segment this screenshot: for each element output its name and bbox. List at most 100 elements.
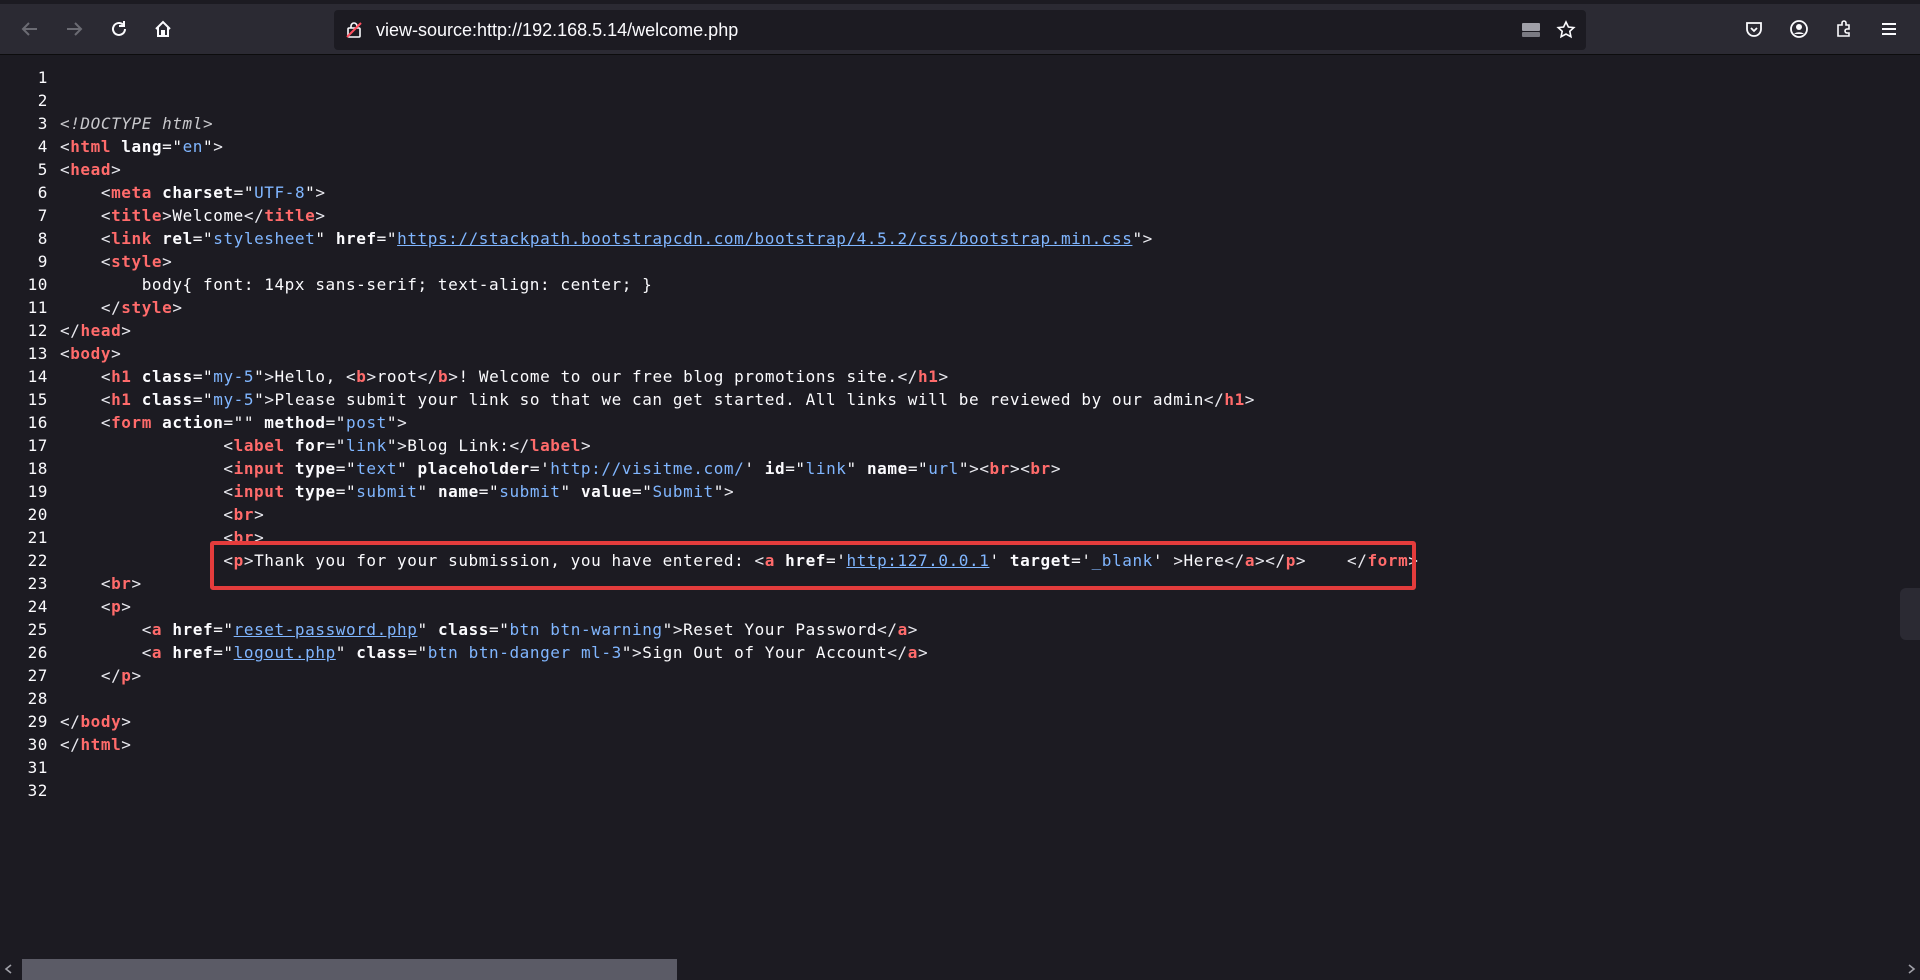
- source-token: <: [100, 206, 112, 225]
- source-token: type: [294, 459, 336, 478]
- source-token: body{ font: 14px sans-serif; text-align:…: [60, 275, 653, 294]
- source-token: method: [264, 413, 326, 432]
- source-token: >: [1009, 459, 1021, 478]
- line-number: 27: [27, 666, 48, 685]
- source-code: <body>: [60, 342, 121, 365]
- highlight-annotation-box: [210, 541, 1416, 590]
- source-token: b: [356, 367, 367, 386]
- source-token: [285, 482, 295, 501]
- source-token: >: [264, 390, 275, 409]
- source-code: <head>: [60, 158, 121, 181]
- url-bar[interactable]: view-source:http://192.168.5.14/welcome.…: [334, 10, 1586, 50]
- source-token: [162, 620, 172, 639]
- source-token: link: [805, 459, 847, 478]
- source-token: ": [662, 620, 673, 639]
- line-number: 30: [27, 735, 48, 754]
- line-number: 26: [27, 643, 48, 662]
- source-line: 5 <head>: [0, 158, 1920, 181]
- insecure-lock-icon[interactable]: [344, 20, 364, 40]
- source-code: <label for="link">Blog Link:</label>: [60, 434, 591, 457]
- source-token: class: [437, 620, 490, 639]
- source-line: 24 <p>: [0, 595, 1920, 618]
- side-panel-handle[interactable]: [1900, 588, 1920, 640]
- line-number: 15: [27, 390, 48, 409]
- source-code: <title>Welcome</title>: [60, 204, 326, 227]
- source-token: [60, 597, 101, 616]
- pocket-button[interactable]: [1738, 13, 1770, 45]
- source-token: title: [264, 206, 316, 225]
- source-token: post: [346, 413, 387, 432]
- source-token: =": [213, 620, 234, 639]
- source-code: <html lang="en">: [60, 135, 223, 158]
- reader-view-icon[interactable]: [1520, 20, 1542, 40]
- account-button[interactable]: [1783, 13, 1815, 45]
- line-number: 21: [27, 528, 48, 547]
- source-token: =": [192, 390, 214, 409]
- source-token: =": [632, 482, 653, 501]
- source-token: h1: [1224, 390, 1245, 409]
- source-code: <a href="reset-password.php" class="btn …: [60, 618, 918, 641]
- source-token: ": [846, 459, 867, 478]
- source-token: <: [141, 620, 152, 639]
- source-link[interactable]: https://stackpath.bootstrapcdn.com/boots…: [397, 229, 1132, 248]
- source-token: =": [785, 459, 806, 478]
- source-token: [132, 367, 142, 386]
- browser-toolbar: view-source:http://192.168.5.14/welcome.…: [0, 0, 1920, 55]
- source-token: href: [335, 229, 377, 248]
- source-token: >: [121, 712, 132, 731]
- source-line: 29 </body>: [0, 710, 1920, 733]
- source-line: 30 </html>: [0, 733, 1920, 756]
- source-link[interactable]: logout.php: [234, 643, 336, 662]
- line-number: 18: [27, 459, 48, 478]
- source-line: 15 <h1 class="my-5">Please submit your l…: [0, 388, 1920, 411]
- line-number: 8: [37, 229, 48, 248]
- source-token: label: [529, 436, 581, 455]
- source-token: head: [70, 160, 112, 179]
- source-token: >: [397, 436, 408, 455]
- line-number: 19: [27, 482, 48, 501]
- source-token: >: [315, 183, 326, 202]
- source-token: my-5: [213, 367, 255, 386]
- source-token: Welcome: [172, 206, 244, 225]
- app-menu-button[interactable]: [1873, 13, 1905, 45]
- source-token: <: [100, 390, 112, 409]
- reload-button[interactable]: [103, 13, 135, 45]
- source-token: a: [907, 643, 918, 662]
- source-line: 13 <body>: [0, 342, 1920, 365]
- source-link[interactable]: reset-password.php: [234, 620, 418, 639]
- source-token: <: [100, 252, 112, 271]
- source-code: <h1 class="my-5">Please submit your link…: [60, 388, 1255, 411]
- source-token: <: [100, 229, 112, 248]
- source-token: =": [192, 229, 214, 248]
- line-number: 1: [37, 68, 48, 87]
- source-token: >: [213, 137, 224, 156]
- forward-button[interactable]: [58, 13, 90, 45]
- source-token: ": [1132, 229, 1143, 248]
- source-token: for: [294, 436, 326, 455]
- source-token: =": [478, 482, 500, 501]
- source-token: br: [989, 459, 1010, 478]
- back-button[interactable]: [14, 13, 46, 45]
- source-token: head: [80, 321, 122, 340]
- source-token: [60, 413, 101, 432]
- source-token: >: [131, 574, 142, 593]
- source-token: input: [233, 459, 285, 478]
- url-text[interactable]: view-source:http://192.168.5.14/welcome.…: [376, 20, 738, 41]
- source-token: [152, 183, 162, 202]
- home-button[interactable]: [147, 13, 179, 45]
- scroll-right-arrow-icon[interactable]: [1906, 964, 1916, 974]
- home-icon: [155, 20, 171, 37]
- source-token: >: [121, 597, 132, 616]
- source-token: link: [111, 229, 152, 248]
- horizontal-scrollbar-thumb[interactable]: [22, 959, 677, 980]
- source-token: [60, 183, 101, 202]
- source-token: body: [70, 344, 112, 363]
- source-token: >: [162, 252, 173, 271]
- source-line: 11 </style>: [0, 296, 1920, 319]
- bookmark-star-icon[interactable]: [1556, 20, 1576, 40]
- extensions-button[interactable]: [1828, 13, 1860, 45]
- source-token: ": [305, 183, 316, 202]
- source-token: UTF-8: [254, 183, 306, 202]
- source-token: br: [1030, 459, 1051, 478]
- scroll-left-arrow-icon[interactable]: [4, 964, 14, 974]
